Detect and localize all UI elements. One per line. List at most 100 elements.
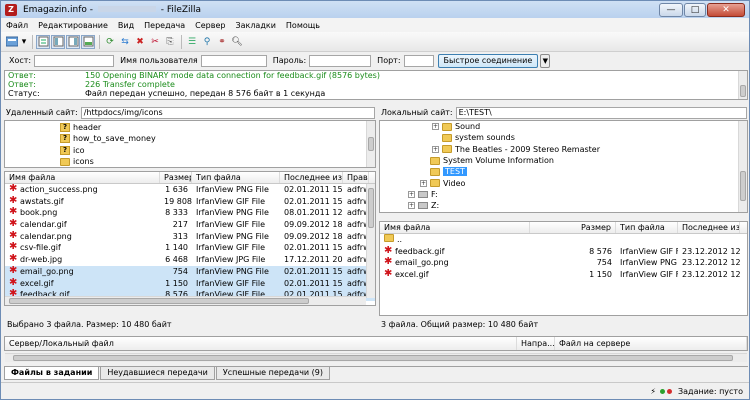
close-button[interactable]: ✕ (707, 2, 745, 17)
tab-queued-files[interactable]: Файлы в задании (4, 367, 100, 380)
tree-item[interactable]: ? header (5, 122, 375, 133)
username-input[interactable] (200, 54, 267, 67)
local-tree-scrollbar[interactable] (738, 121, 747, 212)
tree-item[interactable]: ? how_to_save_money (5, 133, 375, 144)
toggle-local-tree-icon[interactable] (51, 34, 65, 49)
local-file-list[interactable]: Имя файла Размер Тип файла Последнее изм… (379, 221, 748, 316)
menu-view[interactable]: Вид (113, 21, 139, 30)
file-name: dr-web.jpg (20, 255, 63, 265)
column-server-local-file[interactable]: Сервер/Локальный файл (5, 337, 517, 350)
remote-files-scrollbar[interactable] (366, 184, 375, 298)
scroll-thumb[interactable] (740, 171, 746, 201)
remote-file-row[interactable]: ✱ awstats.gif 19 808 IrfanView GIF File 02.0… (5, 196, 375, 208)
local-parent-row[interactable]: .. (380, 234, 747, 246)
local-path-input[interactable]: E:\TEST\ (455, 106, 747, 119)
remote-file-row[interactable]: ✱ dr-web.jpg 6 468 IrfanView JPG File 17.12.… (5, 254, 375, 266)
tree-item[interactable]: + Z: (380, 200, 747, 211)
scroll-thumb[interactable] (9, 298, 309, 304)
local-file-row[interactable]: ✱excel.gif 1 150 IrfanView GIF F... 23.12.2… (380, 269, 747, 281)
toggle-queue-icon[interactable] (81, 34, 95, 49)
expand-icon[interactable]: + (432, 145, 439, 153)
expand-icon[interactable]: + (408, 202, 415, 210)
local-file-row[interactable]: ✱email_go.png 754 IrfanView PNG ... 23.12.2… (380, 257, 747, 269)
remote-file-row-selected[interactable]: ✱ email_go.png 754 IrfanView PNG File 02.01.… (5, 265, 375, 278)
scroll-thumb[interactable] (368, 188, 374, 228)
sync-browse-icon[interactable]: ⚭ (215, 35, 229, 49)
column-type[interactable]: Тип файла (616, 222, 678, 233)
maximize-button[interactable]: □ (684, 2, 706, 17)
column-permissions[interactable]: Прав (343, 172, 369, 183)
menu-help[interactable]: Помощь (281, 21, 325, 30)
port-input[interactable] (403, 54, 434, 67)
tree-item[interactable]: system sounds (380, 132, 747, 143)
menu-transfer[interactable]: Передача (139, 21, 190, 30)
tab-successful-transfers[interactable]: Успешные передачи (9) (215, 367, 330, 380)
tree-item[interactable]: + Sound (380, 121, 747, 132)
disconnect-icon[interactable]: ✂ (148, 35, 162, 49)
log-scrollbar[interactable] (738, 71, 747, 99)
remote-file-row[interactable]: ✱ calendar.png 313 IrfanView PNG File 09.09.… (5, 231, 375, 243)
refresh-icon[interactable]: ⟳ (103, 35, 117, 49)
directory-listing-icon[interactable]: ☰ (185, 35, 199, 49)
title-bar[interactable]: Z Emagazin.info - - FileZilla — □ ✕ (1, 1, 749, 18)
tree-item[interactable]: icons (5, 156, 375, 167)
reconnect-icon[interactable]: ⎘ (163, 35, 177, 49)
remote-file-row[interactable]: ✱ book.png 8 333 IrfanView PNG File 08.01.20… (5, 207, 375, 219)
tree-item[interactable]: ? ico (5, 145, 375, 156)
dropdown-icon[interactable]: ▾ (20, 35, 28, 49)
scroll-thumb[interactable] (368, 137, 374, 151)
toggle-log-icon[interactable] (36, 34, 50, 49)
remote-file-row[interactable]: ✱ action_success.png 1 636 IrfanView PNG Fi… (5, 184, 375, 196)
menu-server[interactable]: Сервер (190, 21, 230, 30)
column-size[interactable]: Размер (530, 222, 616, 233)
local-file-row[interactable]: ✱feedback.gif 8 576 IrfanView GIF F... 23.1… (380, 246, 747, 258)
filter-icon[interactable]: ⚲ (200, 35, 214, 49)
remote-file-row[interactable]: ✱ calendar.gif 217 IrfanView GIF File 09.09.… (5, 219, 375, 231)
tree-item[interactable]: + Video (380, 177, 747, 188)
file-type: IrfanView JPG File (196, 255, 266, 265)
toggle-remote-tree-icon[interactable] (66, 34, 80, 49)
remote-file-row[interactable]: ✱ csv-file.gif 1 140 IrfanView GIF File 02.0… (5, 242, 375, 254)
column-remote-file[interactable]: Файл на сервере (555, 337, 747, 350)
speed-limit-icon[interactable]: ⚡ (650, 387, 656, 396)
remote-path-input[interactable]: /httpdocs/img/icons (80, 106, 375, 119)
site-manager-icon[interactable] (5, 35, 19, 49)
expand-icon[interactable]: + (420, 179, 427, 187)
expand-icon[interactable]: + (408, 190, 415, 198)
queue-hscrollbar[interactable] (5, 353, 747, 362)
scroll-thumb[interactable] (740, 85, 746, 97)
tab-failed-transfers[interactable]: Неудавшиеся передачи (100, 367, 215, 380)
remote-files-hscrollbar[interactable] (5, 296, 366, 305)
quickconnect-dropdown-icon[interactable]: ▼ (540, 53, 551, 68)
host-input[interactable] (34, 54, 115, 67)
column-type[interactable]: Тип файла (192, 172, 280, 183)
message-log[interactable]: Ответ: 150 Opening BINARY mode data conne… (4, 70, 748, 100)
column-name[interactable]: Имя файла (380, 222, 530, 233)
tree-item[interactable]: System Volume Information (380, 155, 747, 166)
tree-item[interactable]: + F: (380, 189, 747, 200)
scroll-thumb[interactable] (13, 355, 733, 361)
column-size[interactable]: Размер (160, 172, 192, 183)
file-size: 754 (172, 266, 188, 276)
remote-file-row-selected[interactable]: ✱ excel.gif 1 150 IrfanView GIF File 02.01.2… (5, 277, 375, 290)
minimize-button[interactable]: — (659, 2, 683, 17)
menu-edit[interactable]: Редактирование (33, 21, 113, 30)
menu-bookmarks[interactable]: Закладки (230, 21, 280, 30)
expand-icon[interactable]: + (432, 123, 439, 131)
password-input[interactable] (309, 54, 372, 67)
tree-item[interactable]: + The Beatles - 2009 Stereo Remaster (380, 144, 747, 155)
remote-file-list[interactable]: Имя файла Размер Тип файла Последнее изм… (4, 171, 376, 306)
column-modified[interactable]: Последнее измен... (678, 222, 740, 233)
column-direction[interactable]: Напра... (517, 337, 555, 350)
quickconnect-button[interactable]: Быстрое соединение (437, 53, 539, 68)
tree-item[interactable]: TEST (380, 166, 747, 177)
column-name[interactable]: Имя файла (5, 172, 160, 183)
remote-directory-tree[interactable]: ? header ? how_to_save_money ? ico icons (4, 120, 376, 168)
search-icon[interactable]: 🔍︎ (230, 35, 244, 49)
remote-tree-scrollbar[interactable] (366, 121, 375, 167)
menu-file[interactable]: Файл (1, 21, 33, 30)
process-queue-icon[interactable]: ⇆ (118, 35, 132, 49)
column-modified[interactable]: Последнее изм... (280, 172, 343, 183)
local-directory-tree[interactable]: + Sound system sounds + The Beatles - 2009… (379, 120, 748, 213)
cancel-icon[interactable]: ✖ (133, 35, 147, 49)
